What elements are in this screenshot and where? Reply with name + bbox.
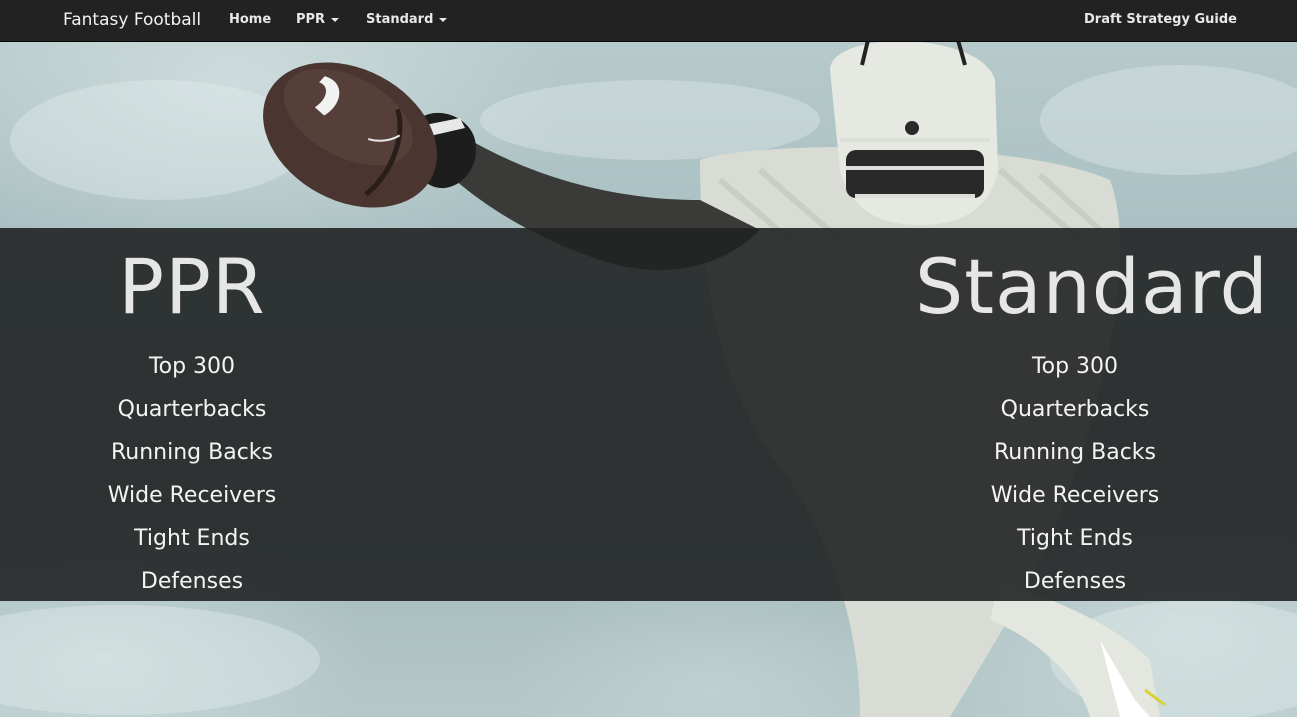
nav-home-link[interactable]: Home (229, 0, 271, 41)
ppr-link-running-backs[interactable]: Running Backs (32, 436, 352, 479)
ppr-link-wide-receivers[interactable]: Wide Receivers (32, 479, 352, 522)
ppr-link-quarterbacks[interactable]: Quarterbacks (32, 393, 352, 436)
standard-link-defenses[interactable]: Defenses (915, 565, 1235, 608)
ppr-links-list: Top 300 Quarterbacks Running Backs Wide … (32, 350, 352, 608)
ppr-link-defenses[interactable]: Defenses (32, 565, 352, 608)
nav-ppr-dropdown[interactable]: PPR (296, 0, 340, 41)
brand-link[interactable]: Fantasy Football (63, 0, 201, 41)
standard-links-list: Top 300 Quarterbacks Running Backs Wide … (915, 350, 1235, 608)
standard-heading: Standard (915, 242, 1269, 331)
caret-down-icon (331, 17, 340, 22)
nav-ppr-label: PPR (296, 12, 326, 27)
standard-link-tight-ends[interactable]: Tight Ends (915, 522, 1235, 565)
rankings-band: PPR Top 300 Quarterbacks Running Backs W… (0, 228, 1297, 601)
nav-standard-label: Standard (366, 12, 434, 27)
page: Fantasy Football Home PPR Standard Draft… (0, 0, 1297, 717)
ppr-link-tight-ends[interactable]: Tight Ends (32, 522, 352, 565)
ppr-link-top-300[interactable]: Top 300 (32, 350, 352, 393)
caret-down-icon (439, 17, 448, 22)
standard-link-running-backs[interactable]: Running Backs (915, 436, 1235, 479)
football-icon (263, 62, 437, 208)
nav-standard-dropdown[interactable]: Standard (366, 0, 448, 41)
standard-link-wide-receivers[interactable]: Wide Receivers (915, 479, 1235, 522)
nav-draft-strategy-guide-link[interactable]: Draft Strategy Guide (1084, 0, 1237, 41)
standard-column: Standard Top 300 Quarterbacks Running Ba… (915, 228, 1269, 608)
ppr-column: PPR Top 300 Quarterbacks Running Backs W… (32, 228, 352, 608)
ppr-heading: PPR (118, 242, 266, 331)
top-navbar: Fantasy Football Home PPR Standard Draft… (0, 0, 1297, 42)
standard-link-quarterbacks[interactable]: Quarterbacks (915, 393, 1235, 436)
standard-link-top-300[interactable]: Top 300 (915, 350, 1235, 393)
